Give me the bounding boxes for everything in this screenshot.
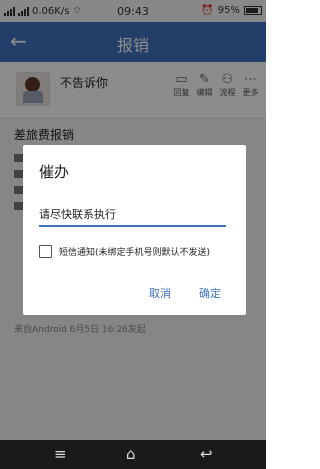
dialog-title: 催办 <box>39 163 70 181</box>
sms-checkbox-label: 短信通知(未绑定手机号则默认不发送) <box>59 248 211 258</box>
confirm-button[interactable]: 确定 <box>199 285 221 301</box>
nav-bar: ≡ ⌂ ↩ <box>0 440 266 469</box>
sms-option[interactable]: 短信通知(未绑定手机号则默认不发送) <box>39 245 210 258</box>
urge-message-input[interactable] <box>39 205 226 227</box>
sms-checkbox[interactable] <box>39 245 52 258</box>
cancel-button[interactable]: 取消 <box>149 285 171 301</box>
menu-icon[interactable]: ≡ <box>54 446 67 462</box>
back-icon[interactable]: ↩ <box>200 446 213 462</box>
urge-dialog: 催办 短信通知(未绑定手机号则默认不发送) 取消 确定 <box>23 145 246 315</box>
home-icon[interactable]: ⌂ <box>126 446 136 462</box>
